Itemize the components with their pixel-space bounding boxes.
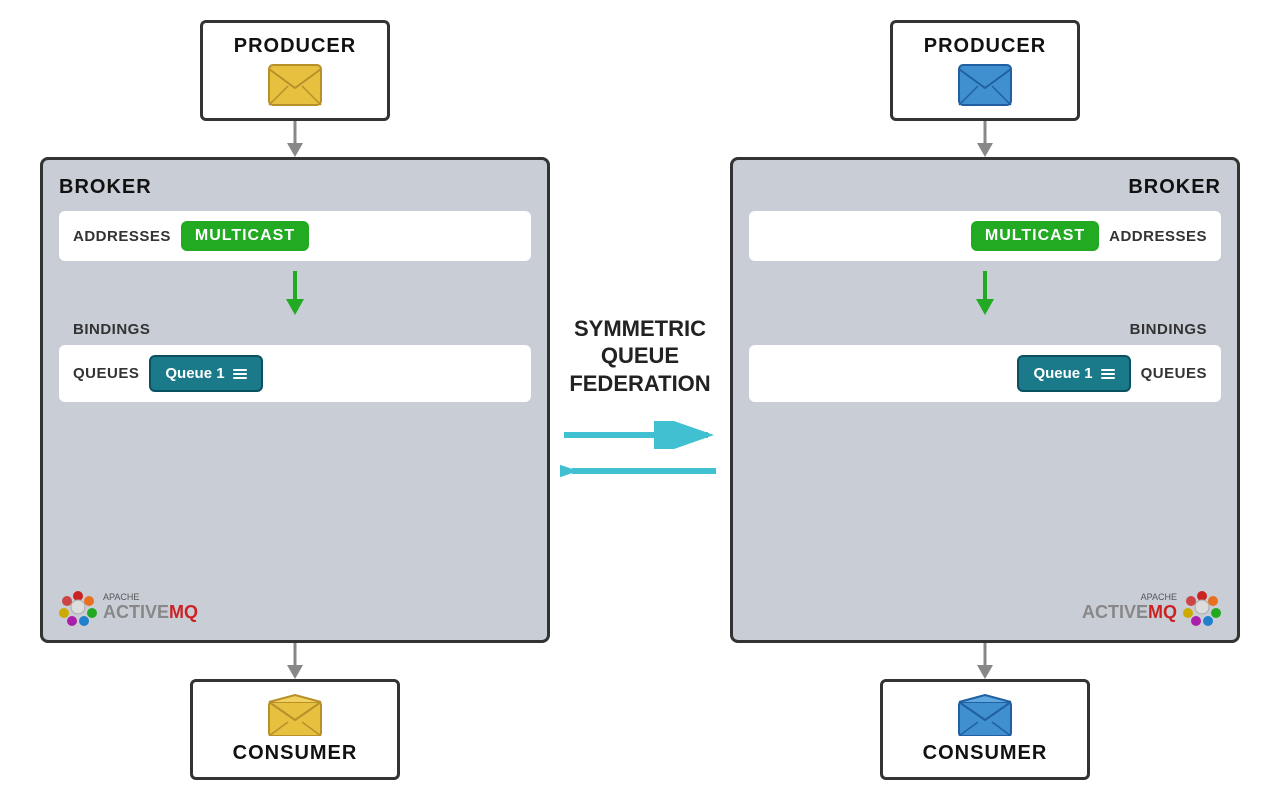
right-producer-box: PRODUCER	[890, 20, 1080, 121]
right-apache-flower-icon	[1183, 588, 1221, 626]
left-bindings-row: BINDINGS	[59, 315, 531, 345]
left-addresses-row: ADDRESSES MULTICAST	[73, 221, 309, 251]
federation-arrows	[560, 421, 720, 485]
right-green-arrow	[749, 271, 1221, 315]
main-row: PRODUCER BROKER	[0, 0, 1280, 800]
left-apache-text: APACHE	[103, 592, 198, 602]
right-consumer-envelope-icon	[958, 694, 1012, 736]
left-active-text: ACTIVE	[103, 602, 169, 622]
left-addresses-panel: ADDRESSES MULTICAST	[59, 211, 531, 261]
right-activemq-logo: APACHE ACTIVEMQ	[749, 580, 1221, 626]
left-column: PRODUCER BROKER	[40, 20, 550, 780]
left-consumer-envelope-icon	[268, 694, 322, 736]
left-queues-label: QUEUES	[73, 365, 139, 382]
right-bindings-row: BINDINGS	[749, 315, 1221, 345]
left-broker-box: BROKER ADDRESSES MULTICAST	[40, 157, 550, 643]
federation-label: SYMMETRIC QUEUE FEDERATION	[560, 315, 720, 486]
left-queue-lines-icon	[233, 369, 247, 379]
right-queue-name: Queue 1	[1033, 365, 1092, 382]
right-bindings-label: BINDINGS	[1130, 321, 1207, 338]
left-queues-panel: QUEUES Queue 1	[59, 345, 531, 402]
left-broker-label: BROKER	[59, 176, 531, 199]
left-producer-label: PRODUCER	[234, 35, 356, 58]
left-producer-envelope-icon	[268, 64, 322, 106]
right-activemq-text: APACHE ACTIVEMQ	[1082, 592, 1177, 623]
left-consumer-box: CONSUMER	[190, 679, 400, 780]
left-broker-to-consumer-arrow	[283, 643, 307, 679]
right-consumer-box: CONSUMER	[880, 679, 1090, 780]
federation-arrow-left-icon	[560, 457, 720, 485]
federation-line3: FEDERATION	[569, 371, 710, 396]
right-consumer-label: CONSUMER	[923, 742, 1048, 765]
right-producer-envelope-icon	[958, 64, 1012, 106]
left-addresses-label: ADDRESSES	[73, 228, 171, 245]
right-addresses-label: ADDRESSES	[1109, 228, 1207, 245]
right-producer-label: PRODUCER	[924, 35, 1046, 58]
left-queue-box: Queue 1	[149, 355, 262, 392]
right-addresses-row: MULTICAST ADDRESSES	[763, 221, 1207, 251]
right-active-text: ACTIVE	[1082, 602, 1148, 622]
left-apache-flower-icon	[59, 588, 97, 626]
right-multicast-badge: MULTICAST	[971, 221, 1099, 251]
left-activemq-text: APACHE ACTIVEMQ	[103, 592, 198, 623]
left-producer-to-broker-arrow	[283, 121, 307, 157]
right-queues-label: QUEUES	[1141, 365, 1207, 382]
left-bindings-label: BINDINGS	[73, 321, 150, 338]
right-queue-box: Queue 1	[1017, 355, 1130, 392]
right-producer-to-broker-arrow	[973, 121, 997, 157]
right-apache-text: APACHE	[1082, 592, 1177, 602]
right-mq-text: MQ	[1148, 602, 1177, 622]
right-broker-label: BROKER	[749, 176, 1221, 199]
diagram: PRODUCER BROKER	[0, 0, 1280, 800]
right-queues-row: Queue 1 QUEUES	[763, 355, 1207, 392]
left-producer-box: PRODUCER	[200, 20, 390, 121]
federation-text: SYMMETRIC QUEUE FEDERATION	[569, 315, 710, 398]
right-queues-panel: Queue 1 QUEUES	[749, 345, 1221, 402]
right-broker-to-consumer-arrow	[973, 643, 997, 679]
left-queue-name: Queue 1	[165, 365, 224, 382]
left-multicast-badge: MULTICAST	[181, 221, 309, 251]
right-addresses-panel: MULTICAST ADDRESSES	[749, 211, 1221, 261]
left-activemq-logo: APACHE ACTIVEMQ	[59, 580, 531, 626]
left-consumer-label: CONSUMER	[233, 742, 358, 765]
federation-line1: SYMMETRIC	[574, 316, 706, 341]
federation-arrow-right-icon	[560, 421, 720, 449]
federation-center: SYMMETRIC QUEUE FEDERATION	[550, 20, 730, 780]
federation-line2: QUEUE	[601, 343, 679, 368]
left-green-arrow	[59, 271, 531, 315]
right-column: PRODUCER BROKER	[730, 20, 1240, 780]
left-mq-text: MQ	[169, 602, 198, 622]
right-broker-box: BROKER MULTICAST ADDRESSES	[730, 157, 1240, 643]
right-queue-lines-icon	[1101, 369, 1115, 379]
left-queues-row: QUEUES Queue 1	[73, 355, 263, 392]
